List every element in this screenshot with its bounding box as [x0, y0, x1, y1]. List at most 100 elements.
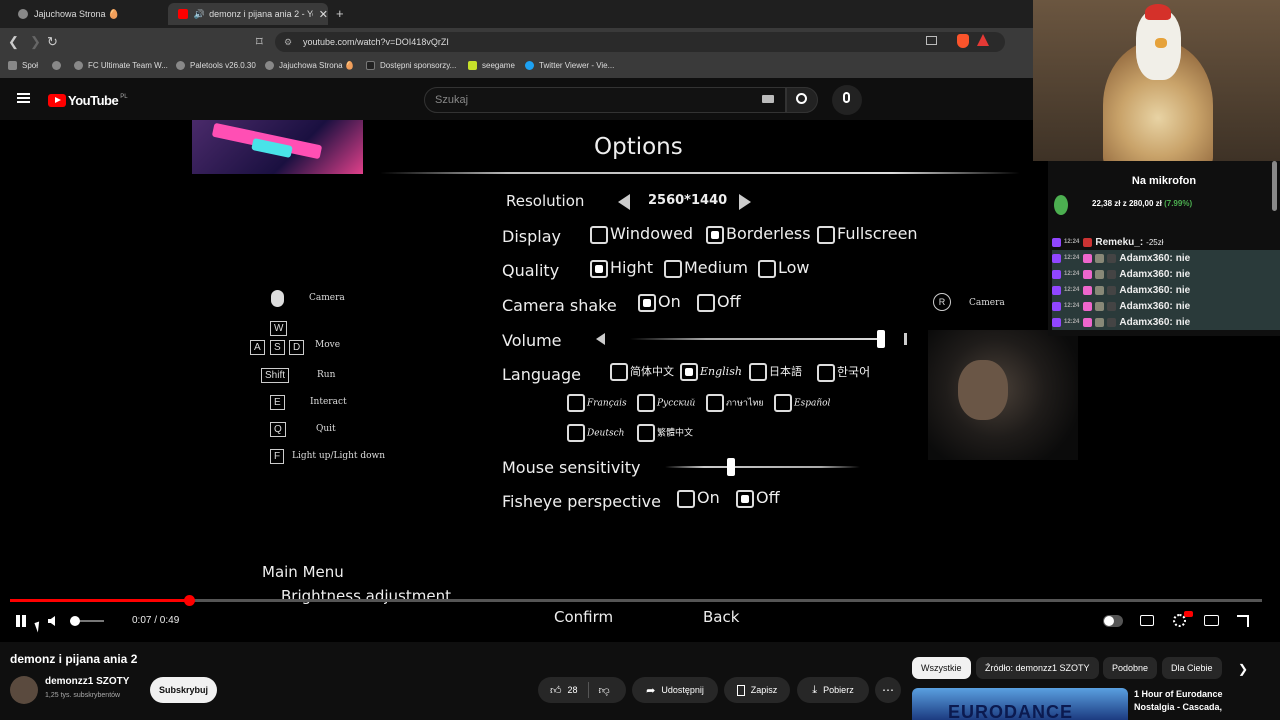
forward-icon[interactable]: ❯ — [30, 34, 41, 50]
chip-source[interactable]: Źródło: demonzz1 SZOTY — [976, 657, 1099, 679]
youtube-logo[interactable]: YouTube PL — [48, 93, 128, 108]
volume-down-icon[interactable] — [596, 333, 605, 345]
checkbox-checked — [590, 259, 608, 278]
option-label: On — [697, 488, 720, 507]
bookmark-item[interactable]: Twitter Viewer - Vie... — [525, 61, 614, 70]
player-volume-slider[interactable] — [70, 616, 104, 626]
back-icon[interactable]: ❮ — [8, 34, 19, 50]
fisheye-on-option[interactable]: On — [677, 488, 720, 508]
language-option[interactable]: 한국어 — [817, 363, 870, 382]
language-option[interactable]: Deutsch — [567, 424, 624, 442]
bookmark-icon[interactable]: ⌑ — [256, 34, 263, 50]
url-field[interactable]: ⚙ youtube.com/watch?v=DOI418vQrZI — [275, 32, 1005, 52]
bookmark-item[interactable]: FC Ultimate Team W... — [74, 61, 168, 70]
scrollbar[interactable] — [1272, 161, 1277, 211]
quality-low-option[interactable]: Low — [758, 258, 810, 278]
option-label: Off — [717, 292, 741, 311]
rewards-icon[interactable] — [977, 34, 989, 46]
language-option[interactable]: Français — [567, 394, 627, 412]
player-volume-handle[interactable] — [70, 616, 80, 626]
resolution-left-arrow-icon[interactable] — [618, 194, 630, 210]
search-input[interactable]: Szukaj — [424, 87, 786, 113]
camera-shake-off-option[interactable]: Off — [697, 292, 741, 312]
new-tab-icon[interactable]: + — [336, 6, 344, 21]
resolution-right-arrow-icon[interactable] — [739, 194, 751, 210]
progress-scrubber[interactable] — [184, 595, 196, 606]
like-icon[interactable]: 👍︎ — [550, 684, 562, 697]
more-actions-button[interactable]: ⋯ — [875, 677, 901, 703]
share-button[interactable]: ➦ Udostępnij — [632, 677, 718, 703]
language-option[interactable]: Español — [774, 394, 830, 412]
display-fullscreen-option[interactable]: Fullscreen — [817, 224, 918, 244]
autoplay-toggle[interactable] — [1103, 615, 1123, 627]
mouse-slider-handle[interactable] — [727, 458, 735, 476]
confirm-button[interactable]: Confirm — [554, 608, 613, 626]
camera-shake-on-option[interactable]: On — [638, 292, 681, 312]
menu-icon[interactable] — [17, 93, 30, 95]
recommended-thumbnail[interactable]: EURODANCE — [912, 688, 1128, 720]
search-button[interactable] — [786, 87, 818, 113]
chips-next-icon[interactable]: ❯ — [1238, 662, 1248, 676]
bookmark-item[interactable]: Społ — [8, 61, 38, 70]
channel-avatar[interactable] — [10, 676, 38, 704]
save-button[interactable]: Zapisz — [724, 677, 790, 703]
display-windowed-option[interactable]: Windowed — [590, 224, 693, 244]
option-label: Fullscreen — [837, 224, 918, 243]
subtitles-icon[interactable] — [1140, 615, 1154, 626]
volume-slider-track[interactable] — [630, 338, 885, 340]
tab-youtube[interactable]: 🔊 demonz i pijana ania 2 - YouT ✕ — [168, 3, 328, 25]
quality-high-option[interactable]: Hight — [590, 258, 653, 278]
video-info-section: demonz i pijana ania 2 demonzz1 SZOTY 1,… — [0, 642, 1280, 720]
volume-max-icon — [904, 333, 907, 345]
option-label: Español — [794, 398, 831, 409]
subscribe-button[interactable]: Subskrybuj — [150, 677, 217, 703]
chip-all[interactable]: Wszystkie — [912, 657, 971, 679]
chip-similar[interactable]: Podobne — [1103, 657, 1158, 679]
recommended-title[interactable]: 1 Hour of Eurodance Nostalgia - Cascada, — [1134, 688, 1223, 714]
bookmark-item[interactable]: Paletools v26.0.30 — [176, 61, 256, 70]
channel-name[interactable]: demonzz1 SZOTY — [45, 676, 129, 687]
sponsor-icon — [366, 61, 375, 70]
volume-label: Volume — [502, 331, 562, 350]
display-borderless-option[interactable]: Borderless — [706, 224, 811, 244]
close-tab-icon[interactable]: ✕ — [319, 8, 328, 21]
checkbox — [758, 259, 776, 278]
reload-icon[interactable]: ↻ — [47, 34, 58, 50]
dislike-icon[interactable]: 👎︎ — [599, 684, 610, 697]
miniplayer-icon[interactable] — [1204, 615, 1219, 626]
language-option[interactable]: English — [680, 363, 742, 381]
fisheye-off-option[interactable]: Off — [736, 488, 780, 508]
progress-bar[interactable] — [10, 595, 1262, 606]
like-count[interactable]: 28 — [568, 685, 578, 695]
pause-icon[interactable] — [16, 615, 20, 627]
back-button[interactable]: Back — [703, 608, 739, 626]
language-option[interactable]: ภาษาไทย — [706, 394, 764, 412]
chat-time: 12:24 — [1064, 255, 1080, 261]
camera-control-label: Camera — [309, 293, 345, 303]
brightness-label[interactable]: Brightness adjustment — [281, 587, 451, 605]
mouse-slider-track[interactable] — [665, 466, 860, 468]
bookmark-item[interactable]: Jajuchowa Strona 🥚 — [265, 61, 355, 70]
language-option[interactable]: 简体中文 — [610, 363, 674, 381]
site-info-icon[interactable]: ⚙ — [284, 32, 292, 52]
voice-search-button[interactable] — [832, 85, 862, 115]
download-button[interactable]: ⤓ Pobierz — [797, 677, 869, 703]
chip-for-you[interactable]: Dla Ciebie — [1162, 657, 1222, 679]
download-label: Pobierz — [823, 685, 854, 695]
brave-shield-icon[interactable] — [957, 34, 969, 48]
quality-medium-option[interactable]: Medium — [664, 258, 748, 278]
volume-slider-handle[interactable] — [877, 330, 885, 348]
bookmark-item[interactable]: seegame — [468, 61, 515, 70]
language-option[interactable]: Русский — [637, 394, 695, 412]
bookmark-item[interactable] — [52, 61, 66, 70]
bookmark-item[interactable]: Dostępni sponsorzy... — [366, 61, 456, 70]
main-menu-label[interactable]: Main Menu — [262, 563, 344, 581]
chat-user: Adamx360: — [1119, 300, 1173, 312]
language-option[interactable]: 日本語 — [749, 363, 802, 381]
twitch-icon — [1052, 237, 1061, 247]
tab-jajuchowa[interactable]: Jajuchowa Strona 🥚 — [8, 3, 168, 25]
fullscreen-icon[interactable] — [1237, 615, 1249, 627]
keyboard-icon[interactable] — [762, 95, 774, 103]
language-option[interactable]: 繁體中文 — [637, 424, 693, 442]
cast-icon[interactable] — [926, 36, 937, 45]
